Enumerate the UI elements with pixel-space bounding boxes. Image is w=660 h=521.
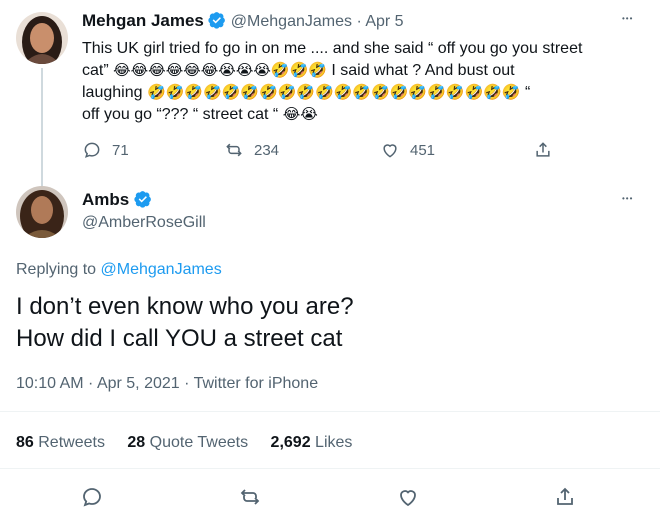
author-name[interactable]: Ambs [82,190,129,209]
reply-button[interactable]: 71 [82,140,129,160]
retweet-count: 234 [254,141,280,159]
share-icon [536,142,550,157]
reply-icon [84,142,100,158]
reply-icon [83,488,101,507]
tweet2-line2: How did I call YOU a street cat [16,325,343,352]
likes-stat[interactable]: 2,692 Likes [271,434,353,451]
tweet2-header: Ambs [82,190,152,210]
tweet-date[interactable]: · Apr 5 [356,13,403,30]
thread-line [41,68,43,188]
divider [0,411,660,412]
tweet-timestamp[interactable]: 10:10 AM · Apr 5, 2021 · Twitter for iPh… [16,375,318,393]
tweet1-header: Mehgan James @MehganJames · Apr 5 [82,11,404,31]
retweet-button[interactable]: 234 [224,140,279,160]
reply-button[interactable] [80,485,114,509]
retweet-button[interactable] [238,485,272,509]
tweet1-line1: This UK girl tried fo go in on me .... a… [82,40,583,57]
tweet2-body: I don’t even know who you are? How did I… [16,291,636,355]
avatar-mehgan[interactable] [16,12,68,64]
emoji-sequence: 🤣🤣🤣🤣🤣🤣🤣🤣🤣🤣🤣🤣🤣🤣🤣🤣🤣🤣🤣🤣 [146,84,521,101]
verified-icon [134,190,152,208]
author-handle[interactable]: @MehganJames [231,13,352,30]
replying-to-handle[interactable]: @MehganJames [101,261,222,278]
more-options-icon[interactable]: ••• [622,194,633,203]
share-icon [557,487,573,505]
like-button[interactable]: 451 [380,140,435,160]
heart-icon [383,144,397,158]
verified-icon [208,11,226,29]
more-options-icon[interactable]: ••• [622,14,633,23]
replying-to: Replying to @MehganJames [16,261,222,278]
divider [0,468,660,469]
tweet1-line4: off you go “??? “ street cat “ 😂😭 [82,106,318,123]
engagement-stats: 86 Retweets 28 Quote Tweets 2,692 Likes [16,434,352,452]
heart-icon [400,490,416,507]
emoji-sequence: 😂😭 [282,106,318,123]
quote-tweets-stat[interactable]: 28 Quote Tweets [127,434,252,451]
tweet1-line3: laughing 🤣🤣🤣🤣🤣🤣🤣🤣🤣🤣🤣🤣🤣🤣🤣🤣🤣🤣🤣🤣 “ [82,84,531,101]
emoji-sequence: 😂😂😂😂😂😂😭😭😭🤣🤣🤣 [113,62,327,79]
author-handle[interactable]: @AmberRoseGill [82,214,206,232]
reply-count: 71 [112,141,129,159]
like-button[interactable] [396,485,430,509]
share-button[interactable] [553,485,587,509]
share-button[interactable] [533,140,563,160]
retweets-stat[interactable]: 86 Retweets [16,434,109,451]
retweet-icon [226,143,242,157]
tweet1-body: This UK girl tried fo go in on me .... a… [82,38,642,126]
avatar-ambs[interactable] [16,186,68,238]
like-count: 451 [410,141,436,159]
tweet2-line1: I don’t even know who you are? [16,293,354,320]
author-name[interactable]: Mehgan James [82,11,204,30]
retweet-icon [240,489,260,505]
tweet1-line2: cat” 😂😂😂😂😂😂😭😭😭🤣🤣🤣 I said what ? And bust… [82,62,515,79]
